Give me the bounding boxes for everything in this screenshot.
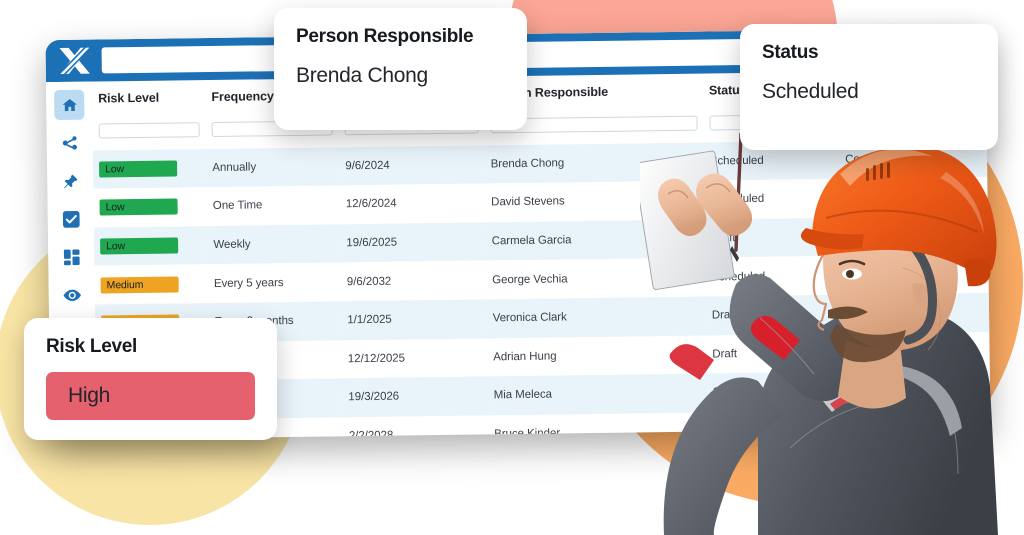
callout-risk-level: Risk Level High [24,318,277,440]
column-header-risk-level[interactable]: Risk Level [92,80,206,111]
cell-due-date: 12/6/2024 [345,198,397,211]
risk-badge: Low [99,160,178,178]
worker-photo [640,118,1000,535]
cell-frequency: Weekly [213,238,251,252]
cell-frequency: Every 5 years [213,276,284,290]
cell-due-date: 12/12/2025 [347,352,406,366]
cell-risk-level: Low [94,226,208,266]
cell-due-date: 2/2/2028 [348,429,394,440]
cell-due-date: 9/6/2024 [345,159,390,173]
callout-person-title: Person Responsible [296,26,474,47]
x-logo [57,46,91,76]
sidebar-item-tasks[interactable] [56,204,86,234]
filter-input-risk-level[interactable] [98,121,200,139]
cell-risk-level: Low [93,149,207,189]
risk-badge: Medium [100,276,179,294]
risk-badge: Low [99,198,178,216]
cell-due-date: 19/6/2025 [346,236,398,250]
callout-status: Status Scheduled [740,24,998,150]
screenshot-stage: Risk Level Frequency Due Date Person Res… [0,0,1024,535]
cell-due-date: 1/1/2025 [347,313,392,327]
callout-person-responsible: Person Responsible Brenda Chong [274,8,527,130]
share-icon [61,134,78,151]
sidebar-item-dashboard[interactable] [56,242,86,272]
cell-risk-level: Low [93,187,207,227]
callout-person-value: Brenda Chong [296,64,428,87]
sidebar-item-network[interactable] [55,128,85,158]
callout-status-title: Status [762,42,819,63]
risk-badge: Low [100,237,179,255]
sidebar-item-pinned[interactable] [55,166,85,196]
home-icon [61,96,78,113]
cell-frequency: Annually [212,161,257,174]
cell-frequency: One Time [212,199,263,213]
callout-risk-badge: High [46,372,255,420]
callout-risk-title: Risk Level [46,336,137,357]
sidebar-item-home[interactable] [54,89,85,121]
checkbox-icon [61,209,80,228]
sidebar-item-watch[interactable] [57,280,87,310]
cell-risk-level: Medium [94,264,208,304]
eye-icon [62,285,81,304]
callout-status-value: Scheduled [762,80,859,103]
cell-due-date: 9/6/2032 [346,275,392,288]
cell-due-date: 19/3/2026 [348,391,400,404]
grid-icon [63,248,80,265]
pin-icon [62,172,79,189]
